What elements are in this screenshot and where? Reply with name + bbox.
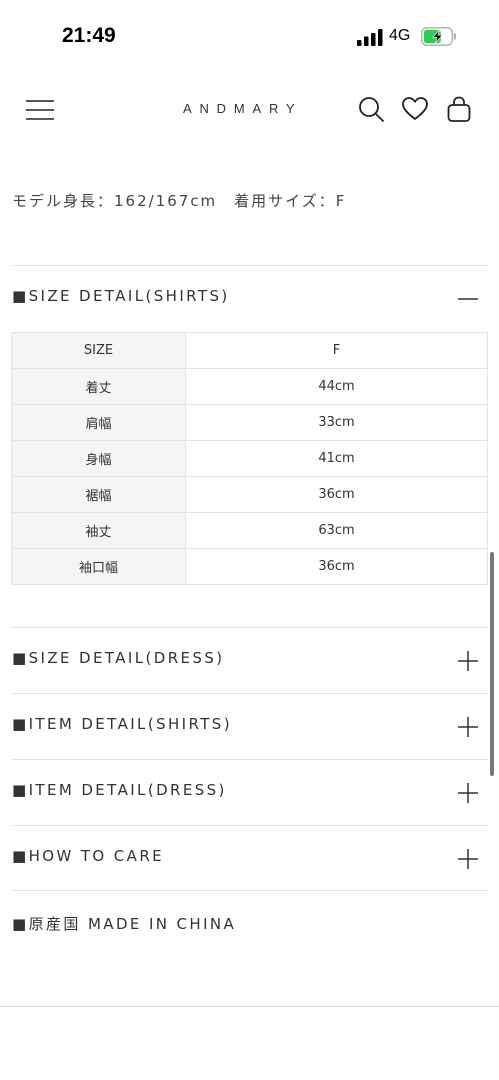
table-header-cell: F [185,332,488,369]
table-header-cell: SIZE [11,332,186,369]
table-row: 身幅 41cm [11,440,488,477]
table-row-label: 袖口幅 [11,548,186,585]
accordion-size-detail-shirts[interactable]: ■SIZE DETAIL(SHIRTS) [12,278,488,318]
heart-icon[interactable] [401,95,429,123]
table-row: 袖丈 63cm [11,512,488,549]
hamburger-menu-icon[interactable] [26,98,54,122]
divider [12,890,488,891]
accordion-item-detail-shirts[interactable]: ■ITEM DETAIL(SHIRTS) [12,706,488,746]
divider [12,825,488,826]
table-row: 着丈 44cm [11,368,488,405]
divider [12,627,488,628]
table-row-value: 36cm [185,548,488,585]
table-row-label: 身幅 [11,440,186,477]
section-title: ■HOW TO CARE [12,847,165,865]
table-row-label: 着丈 [11,368,186,405]
plus-icon[interactable] [458,717,478,737]
model-info: モデル身長：162/167cm 着用サイズ：F [12,192,347,210]
section-title: ■SIZE DETAIL(SHIRTS) [12,287,230,305]
section-title: ■ITEM DETAIL(SHIRTS) [12,715,232,733]
accordion-item-detail-dress[interactable]: ■ITEM DETAIL(DRESS) [12,772,488,812]
table-row-value: 33cm [185,404,488,441]
status-time: 21:49 [62,24,116,47]
site-header: ANDMARY [0,80,499,140]
minus-icon[interactable] [458,289,478,309]
scrollbar[interactable] [490,552,494,776]
table-row-value: 63cm [185,512,488,549]
table-row: 肩幅 33cm [11,404,488,441]
size-table: SIZE F 着丈 44cm 肩幅 33cm 身幅 41cm 裾幅 36cm 袖… [11,332,488,585]
table-row-value: 36cm [185,476,488,513]
table-row: 裾幅 36cm [11,476,488,513]
signal-bars-icon [357,29,383,46]
accordion-size-detail-dress[interactable]: ■SIZE DETAIL(DRESS) [12,640,488,680]
divider [12,265,488,266]
table-row-value: 44cm [185,368,488,405]
battery-charging-icon [421,27,456,46]
shopping-bag-icon[interactable] [445,95,473,123]
origin-info: ■原産国 MADE IN CHINA [12,904,488,944]
table-row-label: 肩幅 [11,404,186,441]
section-title: ■ITEM DETAIL(DRESS) [12,781,227,799]
table-header-row: SIZE F [11,332,488,369]
plus-icon[interactable] [458,849,478,869]
page-divider [0,1006,499,1007]
accordion-how-to-care[interactable]: ■HOW TO CARE [12,838,488,878]
table-row: 袖口幅 36cm [11,548,488,585]
plus-icon[interactable] [458,783,478,803]
origin-text: ■原産国 MADE IN CHINA [12,915,237,933]
divider [12,693,488,694]
plus-icon[interactable] [458,651,478,671]
search-icon[interactable] [357,95,385,123]
table-row-label: 袖丈 [11,512,186,549]
table-row-value: 41cm [185,440,488,477]
brand-logo[interactable]: ANDMARY [183,101,302,116]
status-bar: 21:49 4G [0,0,499,72]
section-title: ■SIZE DETAIL(DRESS) [12,649,225,667]
divider [12,759,488,760]
table-row-label: 裾幅 [11,476,186,513]
network-type: 4G [389,27,411,44]
